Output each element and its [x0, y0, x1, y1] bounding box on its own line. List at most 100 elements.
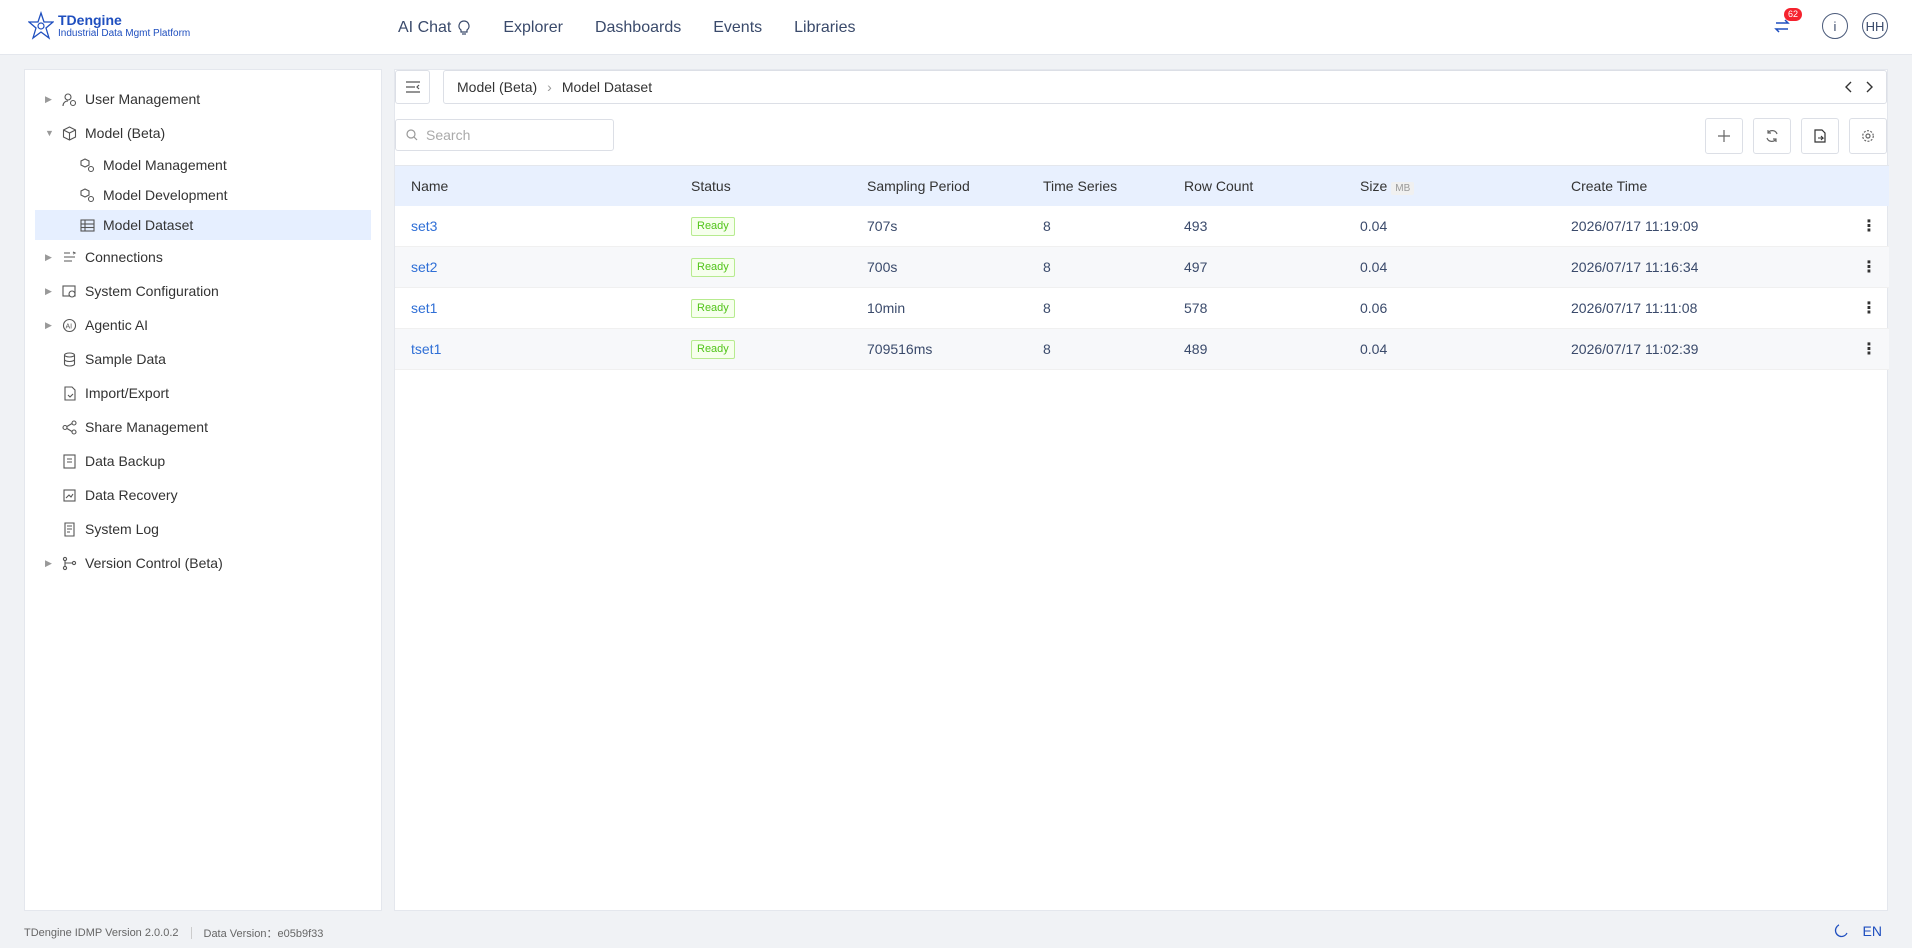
sidebar-item-data-recovery[interactable]: Data Recovery: [25, 478, 381, 512]
sidebar-item-import-export[interactable]: Import/Export: [25, 376, 381, 410]
more-options-icon[interactable]: ⋮: [1861, 339, 1877, 359]
footer-divider: [190, 926, 192, 939]
refresh-icon: [1766, 130, 1778, 142]
nav-ai-chat[interactable]: AI Chat: [398, 19, 471, 37]
more-options-icon[interactable]: ⋮: [1861, 298, 1877, 318]
sidebar-item-system-log[interactable]: System Log: [25, 512, 381, 546]
cell-size: 0.04: [1360, 341, 1388, 357]
language-switcher[interactable]: EN: [1863, 923, 1882, 939]
caret-right-icon[interactable]: ▶: [45, 252, 55, 263]
sidebar-item-label: Version Control (Beta): [85, 555, 223, 571]
collapse-sidebar-button[interactable]: [395, 70, 430, 104]
caret-right-icon[interactable]: ▶: [45, 94, 55, 105]
search-input[interactable]: [426, 127, 596, 143]
top-header: TDengine Industrial Data Mgmt Platform A…: [0, 0, 1912, 55]
cell-size: 0.04: [1360, 259, 1388, 275]
chevron-right-icon[interactable]: [1862, 79, 1876, 95]
col-header-create-time[interactable]: Create Time: [1571, 178, 1647, 194]
caret-down-icon[interactable]: ▼: [45, 128, 55, 138]
cube-icon: [61, 125, 77, 141]
sidebar-item-label: Share Management: [85, 419, 208, 435]
chevron-right-icon: ›: [547, 79, 552, 95]
nav-dashboards[interactable]: Dashboards: [595, 19, 681, 37]
add-button[interactable]: [1705, 118, 1743, 154]
more-options-icon[interactable]: ⋮: [1861, 257, 1877, 277]
moon-icon[interactable]: [1833, 923, 1849, 939]
cell-create-time: 2026/07/17 11:11:08: [1571, 300, 1698, 316]
col-header-size[interactable]: Size MB: [1360, 178, 1415, 195]
chevron-left-icon[interactable]: [1842, 79, 1856, 95]
sidebar-item-connections[interactable]: ▶ Connections: [25, 240, 381, 274]
caret-right-icon[interactable]: ▶: [45, 286, 55, 297]
cell-create-time: 2026/07/17 11:02:39: [1571, 341, 1699, 357]
gear-icon: [1862, 130, 1874, 142]
dataset-name-link[interactable]: set2: [411, 259, 437, 275]
sidebar-item-label: System Configuration: [85, 283, 219, 299]
export-button[interactable]: [1801, 118, 1839, 154]
status-badge: Ready: [691, 258, 735, 277]
main-nav: AI Chat Explorer Dashboards Events Libra…: [398, 0, 888, 55]
nav-events[interactable]: Events: [713, 19, 762, 37]
table-row[interactable]: tset1 Ready 709516ms 8 489 0.04 2026/07/…: [395, 329, 1889, 370]
table-row[interactable]: set3 Ready 707s 8 493 0.04 2026/07/17 11…: [395, 206, 1889, 247]
breadcrumb-current: Model Dataset: [561, 79, 653, 95]
info-button[interactable]: i: [1822, 13, 1848, 39]
sidebar-item-label: Sample Data: [85, 351, 166, 367]
dataset-name-link[interactable]: set1: [411, 300, 437, 316]
nav-ai-chat-label: AI Chat: [398, 18, 452, 36]
nav-explorer[interactable]: Explorer: [503, 19, 563, 37]
sidebar-item-model-development[interactable]: Model Development: [25, 180, 381, 210]
settings-button[interactable]: [1849, 118, 1887, 154]
sidebar-item-label: Connections: [85, 249, 163, 265]
sidebar-item-label: Agentic AI: [85, 317, 149, 333]
cell-create-time: 2026/07/17 11:16:34: [1571, 259, 1699, 275]
cell-time-series: 8: [1043, 341, 1051, 357]
logo-title: TDengine: [58, 11, 122, 28]
dataset-name-link[interactable]: set3: [411, 218, 437, 234]
sidebar-item-user-management[interactable]: ▶ User Management: [25, 82, 381, 116]
ai-icon: AI: [61, 317, 77, 333]
breadcrumb: Model (Beta) › Model Dataset: [443, 70, 1887, 104]
table-row[interactable]: set2 Ready 700s 8 497 0.04 2026/07/17 11…: [395, 247, 1889, 288]
sidebar-item-system-configuration[interactable]: ▶ System Configuration: [25, 274, 381, 308]
sidebar-item-model-management[interactable]: Model Management: [25, 150, 381, 180]
logo[interactable]: TDengine Industrial Data Mgmt Platform: [28, 11, 190, 41]
cell-row-count: 497: [1184, 259, 1208, 275]
sidebar-item-label: Model Dataset: [103, 217, 194, 233]
task-notifications-button[interactable]: 62: [1768, 8, 1802, 40]
breadcrumb-parent[interactable]: Model (Beta): [457, 79, 537, 95]
col-header-name[interactable]: Name: [411, 178, 448, 194]
sidebar-item-sample-data[interactable]: Sample Data: [25, 342, 381, 376]
sidebar-item-label: Model (Beta): [85, 125, 166, 141]
col-header-sampling-period[interactable]: Sampling Period: [867, 178, 970, 194]
table-header: Name Status Sampling Period Time Series …: [395, 166, 1889, 206]
sidebar-item-agentic-ai[interactable]: ▶ AI Agentic AI: [25, 308, 381, 342]
sidebar-item-share-management[interactable]: Share Management: [25, 410, 381, 444]
sidebar-item-model-beta[interactable]: ▼ Model (Beta): [25, 116, 381, 150]
dataset-name-link[interactable]: tset1: [411, 341, 441, 357]
model-gear-icon: [79, 157, 95, 173]
cell-time-series: 8: [1043, 259, 1051, 275]
table-actions: [1705, 118, 1887, 154]
user-avatar[interactable]: HH: [1862, 13, 1888, 39]
search-box[interactable]: [395, 119, 614, 151]
more-options-icon[interactable]: ⋮: [1861, 216, 1877, 236]
refresh-button[interactable]: [1753, 118, 1791, 154]
sidebar-item-label: Model Management: [103, 157, 227, 173]
footer: TDengine IDMP Version 2.0.0.2 Data Versi…: [0, 917, 1912, 948]
sidebar-item-version-control[interactable]: ▶ Version Control (Beta): [25, 546, 381, 580]
sidebar-item-model-dataset[interactable]: Model Dataset: [35, 210, 371, 240]
col-header-time-series[interactable]: Time Series: [1043, 178, 1117, 194]
caret-right-icon[interactable]: ▶: [45, 558, 55, 569]
col-header-status[interactable]: Status: [691, 178, 731, 194]
footer-actions: EN: [1833, 923, 1882, 939]
table-row[interactable]: set1 Ready 10min 8 578 0.06 2026/07/17 1…: [395, 288, 1889, 329]
sidebar-item-label: Model Development: [103, 187, 228, 203]
nav-libraries[interactable]: Libraries: [794, 19, 855, 37]
lightbulb-icon: [458, 19, 470, 35]
sidebar-item-data-backup[interactable]: Data Backup: [25, 444, 381, 478]
caret-right-icon[interactable]: ▶: [45, 320, 55, 331]
header-actions: 62 i HH: [1768, 8, 1888, 40]
cell-row-count: 489: [1184, 341, 1208, 357]
col-header-row-count[interactable]: Row Count: [1184, 178, 1253, 194]
